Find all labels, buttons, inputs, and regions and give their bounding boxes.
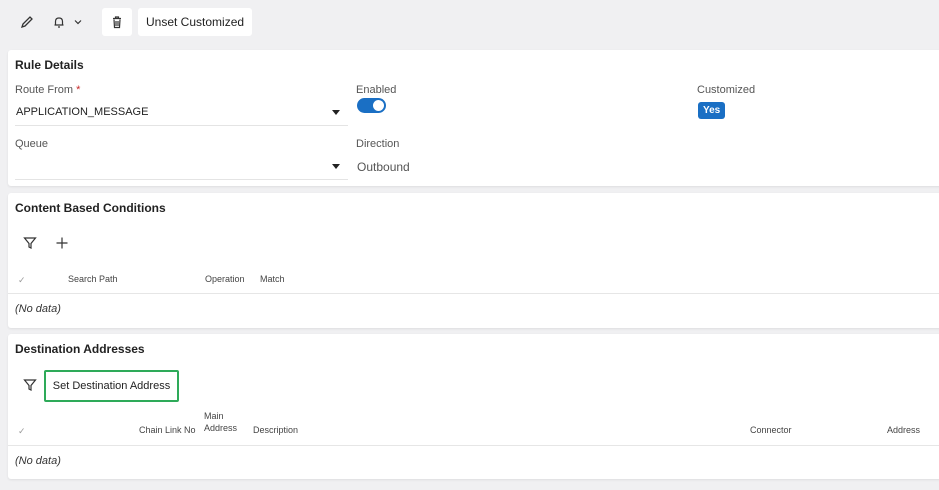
column-search-path[interactable]: Search Path xyxy=(68,273,118,285)
panel-title: Content Based Conditions xyxy=(15,201,166,215)
set-destination-address-button[interactable]: Set Destination Address xyxy=(44,370,179,402)
trash-icon xyxy=(113,16,121,29)
empty-state-text: (No data) xyxy=(15,303,61,315)
dropdown-arrow-icon xyxy=(332,110,340,115)
dropdown-arrow-icon xyxy=(332,164,340,169)
direction-label: Direction xyxy=(356,138,400,150)
edit-button[interactable] xyxy=(14,8,40,36)
unset-customized-button[interactable]: Unset Customized xyxy=(138,8,253,36)
header-divider xyxy=(8,445,939,446)
select-all-checkmark-icon[interactable]: ✓ xyxy=(18,426,26,437)
enabled-toggle[interactable] xyxy=(357,98,386,113)
bell-icon xyxy=(54,17,64,28)
enabled-label: Enabled xyxy=(356,84,397,96)
empty-state-text: (No data) xyxy=(15,455,61,467)
filter-icon xyxy=(23,237,37,249)
column-address[interactable]: Address xyxy=(887,424,920,436)
command-toolbar: Unset Customized xyxy=(0,0,939,44)
rule-details-panel: Rule Details Route From * APPLICATION_ME… xyxy=(8,50,939,186)
header-divider xyxy=(8,293,939,294)
route-from-select[interactable]: APPLICATION_MESSAGE xyxy=(15,99,348,126)
plus-icon xyxy=(56,237,68,249)
queue-label: Queue xyxy=(15,138,49,150)
route-from-label-text: Route From xyxy=(15,84,74,96)
customized-label: Customized xyxy=(697,84,756,96)
direction-value: Outbound xyxy=(357,160,410,174)
add-condition-button[interactable] xyxy=(50,231,74,255)
column-main-address-line2: Address xyxy=(204,423,238,433)
filter-button[interactable] xyxy=(18,231,42,255)
column-operation[interactable]: Operation xyxy=(205,273,245,285)
column-description[interactable]: Description xyxy=(253,424,298,436)
pencil-icon xyxy=(20,16,33,29)
content-conditions-panel: Content Based Conditions ✓ Search Path O… xyxy=(8,193,939,328)
column-main-address-line1: Main xyxy=(204,411,224,421)
column-main-address[interactable]: Main Address xyxy=(204,410,237,434)
delete-button[interactable] xyxy=(102,8,132,36)
column-connector[interactable]: Connector xyxy=(750,424,792,436)
required-mark: * xyxy=(76,84,81,96)
route-from-label: Route From * xyxy=(15,84,80,96)
panel-title: Rule Details xyxy=(15,58,84,72)
filter-icon xyxy=(23,379,37,391)
chevron-down-icon xyxy=(74,20,82,25)
route-from-value: APPLICATION_MESSAGE xyxy=(16,106,149,118)
destination-addresses-panel: Destination Addresses Set Destination Ad… xyxy=(8,334,939,479)
panel-title: Destination Addresses xyxy=(15,342,145,356)
filter-button[interactable] xyxy=(18,373,42,397)
select-all-checkmark-icon[interactable]: ✓ xyxy=(18,275,26,286)
column-chain-link-no[interactable]: Chain Link No xyxy=(139,424,196,436)
toggle-knob xyxy=(373,100,384,111)
queue-select[interactable] xyxy=(15,153,348,180)
customized-badge: Yes xyxy=(698,102,726,119)
column-match[interactable]: Match xyxy=(260,273,285,285)
notifications-dropdown[interactable] xyxy=(46,8,90,36)
